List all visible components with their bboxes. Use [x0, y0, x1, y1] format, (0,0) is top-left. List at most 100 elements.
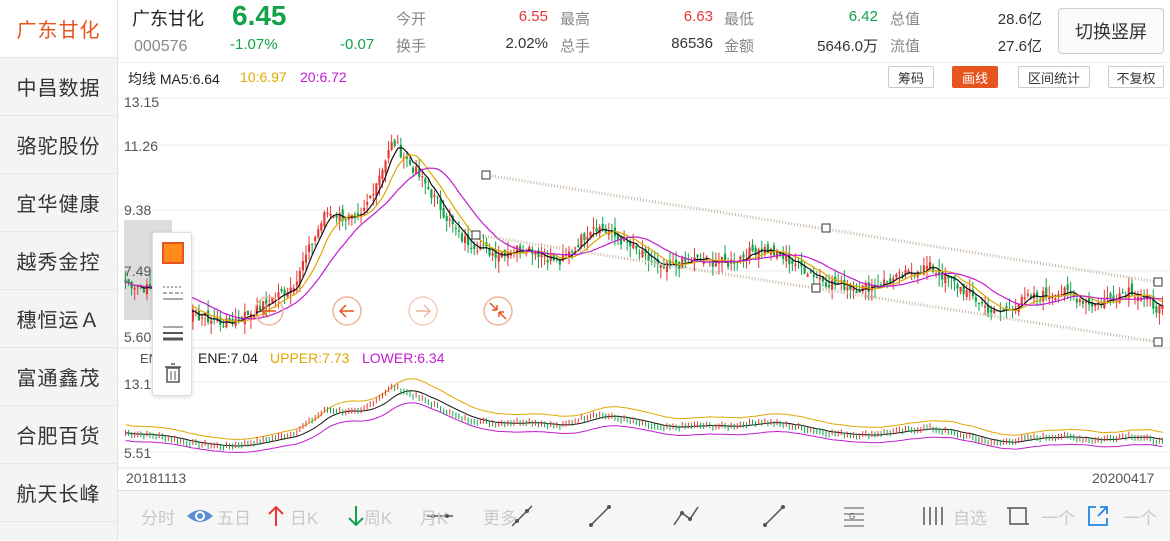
volume-label: 总手 — [560, 38, 591, 55]
market-cap-value: 28.6亿 — [997, 11, 1042, 28]
change-percent: -1.07% — [230, 36, 278, 53]
sidebar-stock-item[interactable]: 广东甘化 — [0, 0, 117, 58]
line-style-button[interactable] — [157, 277, 189, 309]
y-tick-label: 5.60 — [124, 329, 151, 345]
tab-month-k[interactable]: 月K — [420, 504, 448, 529]
candle-body — [304, 254, 308, 263]
candle-body — [757, 249, 760, 259]
arrow-line-icon[interactable] — [754, 491, 794, 541]
candle-body — [454, 227, 457, 230]
trash-icon[interactable] — [157, 357, 189, 389]
scroll-left-button[interactable] — [332, 296, 362, 326]
y-tick-label: 7.49 — [124, 263, 151, 279]
ene-y-top: 13.1 — [124, 376, 151, 392]
candle-body — [396, 142, 399, 144]
polyline-icon[interactable] — [666, 491, 706, 541]
switch-portrait-button[interactable]: 切换竖屏 — [1058, 8, 1164, 54]
color-swatch-button[interactable] — [157, 237, 189, 269]
candle-body — [277, 292, 280, 298]
candle-body — [855, 291, 858, 294]
candle-body — [886, 281, 889, 283]
candle-body — [473, 245, 476, 249]
sidebar-stock-item[interactable]: 越秀金控 — [0, 232, 117, 290]
candle-body — [791, 260, 794, 264]
candle-body — [427, 186, 430, 190]
channel-handle — [811, 283, 821, 293]
candle-body — [785, 255, 788, 262]
interval-stats-button[interactable]: 区间统计 — [1018, 66, 1090, 88]
tab-day-k[interactable]: 日K — [290, 504, 318, 529]
candle-body — [739, 256, 742, 260]
candle-body — [363, 207, 366, 211]
candle-body — [574, 247, 577, 249]
ray-line-icon[interactable] — [502, 491, 542, 541]
candle-body — [861, 285, 864, 292]
chart-grid — [118, 97, 1170, 469]
tab-five-day[interactable]: 五日 — [217, 504, 251, 529]
shrink-button[interactable] — [483, 296, 513, 326]
sidebar-stock-item[interactable]: 宜华健康 — [0, 174, 117, 232]
scroll-right-button[interactable] — [408, 296, 438, 326]
tab-week-k[interactable]: 周K — [364, 504, 392, 529]
export-icon[interactable] — [1078, 491, 1118, 541]
draw-line-button[interactable]: 画线 — [952, 66, 998, 88]
sidebar-stock-item[interactable]: 航天长峰 — [0, 464, 117, 522]
bottom-label-a: 一个 — [1041, 508, 1075, 528]
low-label: 最低 — [724, 11, 755, 28]
candle-body — [491, 253, 494, 256]
tab-minute[interactable]: 分时 — [141, 504, 175, 529]
high-value: 6.63 — [683, 8, 713, 25]
candle-body — [898, 272, 901, 274]
candle-body — [476, 251, 479, 253]
kline-chart[interactable]: 13.15 11.26 9.38 7.49 5.60 ENE ENE:7.04 … — [118, 90, 1170, 490]
candle-body — [460, 233, 464, 242]
candle-body — [436, 197, 439, 199]
sidebar-stock-item[interactable]: 骆驼股份 — [0, 116, 117, 174]
chip-distribution-button[interactable]: 筹码 — [888, 66, 934, 88]
candle-body — [626, 241, 629, 243]
rectangle-icon[interactable] — [998, 491, 1038, 541]
fibonacci-icon[interactable]: G — [834, 491, 874, 541]
sidebar-stock-item[interactable]: 富通鑫茂 — [0, 348, 117, 406]
sidebar-stock-item[interactable]: 穗恒运Ａ — [0, 290, 117, 348]
candle-body — [632, 243, 635, 249]
candle-body — [265, 299, 268, 304]
candle-body — [974, 297, 977, 302]
candle-body — [993, 309, 996, 314]
candle-body — [210, 320, 213, 324]
stock-code: 000576 — [134, 38, 188, 55]
sidebar-stock-item[interactable]: 合肥百货 — [0, 406, 117, 464]
candle-body — [1060, 293, 1063, 295]
candle-body — [439, 199, 442, 211]
candle-body — [635, 246, 638, 249]
candle-body — [307, 244, 311, 253]
channel-handle — [481, 170, 491, 180]
candle-body — [1121, 292, 1124, 294]
tab-watchlist[interactable]: 自选 — [953, 504, 987, 529]
ma20-label: 20:6.72 — [300, 69, 347, 85]
line-width-button[interactable] — [157, 317, 189, 349]
segment-line-icon[interactable] — [580, 491, 620, 541]
bottom-toolbar: 分时 五日 日K 周K 月K 更多 G 自选 一个 一个 — [118, 490, 1170, 540]
candle-body — [546, 259, 549, 263]
chart-canvas[interactable]: 13.15 11.26 9.38 7.49 5.60 ENE ENE:7.04 … — [118, 90, 1170, 490]
candle-body — [990, 309, 993, 313]
candle-body — [421, 176, 424, 178]
candle-body — [378, 175, 381, 186]
candle-body — [372, 194, 375, 196]
ma-toolbar: 均线 MA5:6.64 10:6.97 20:6.72 筹码 画线 区间统计 不… — [118, 62, 1170, 90]
candle-body — [742, 254, 745, 258]
candle-body — [549, 255, 552, 261]
sidebar-stock-item[interactable]: 中昌数据 — [0, 58, 117, 116]
candle-body — [858, 290, 861, 293]
candle-body — [1020, 296, 1023, 305]
ene-y-bottom: 5.51 — [124, 445, 151, 461]
candle-body — [384, 160, 387, 173]
candle-body — [259, 306, 262, 311]
no-adjust-button[interactable]: 不复权 — [1108, 66, 1164, 88]
ene-line — [125, 378, 1163, 440]
candle-body — [329, 213, 332, 216]
drawn-channel[interactable] — [471, 170, 1163, 347]
candle-body — [980, 302, 984, 304]
candle-body — [1048, 297, 1051, 300]
